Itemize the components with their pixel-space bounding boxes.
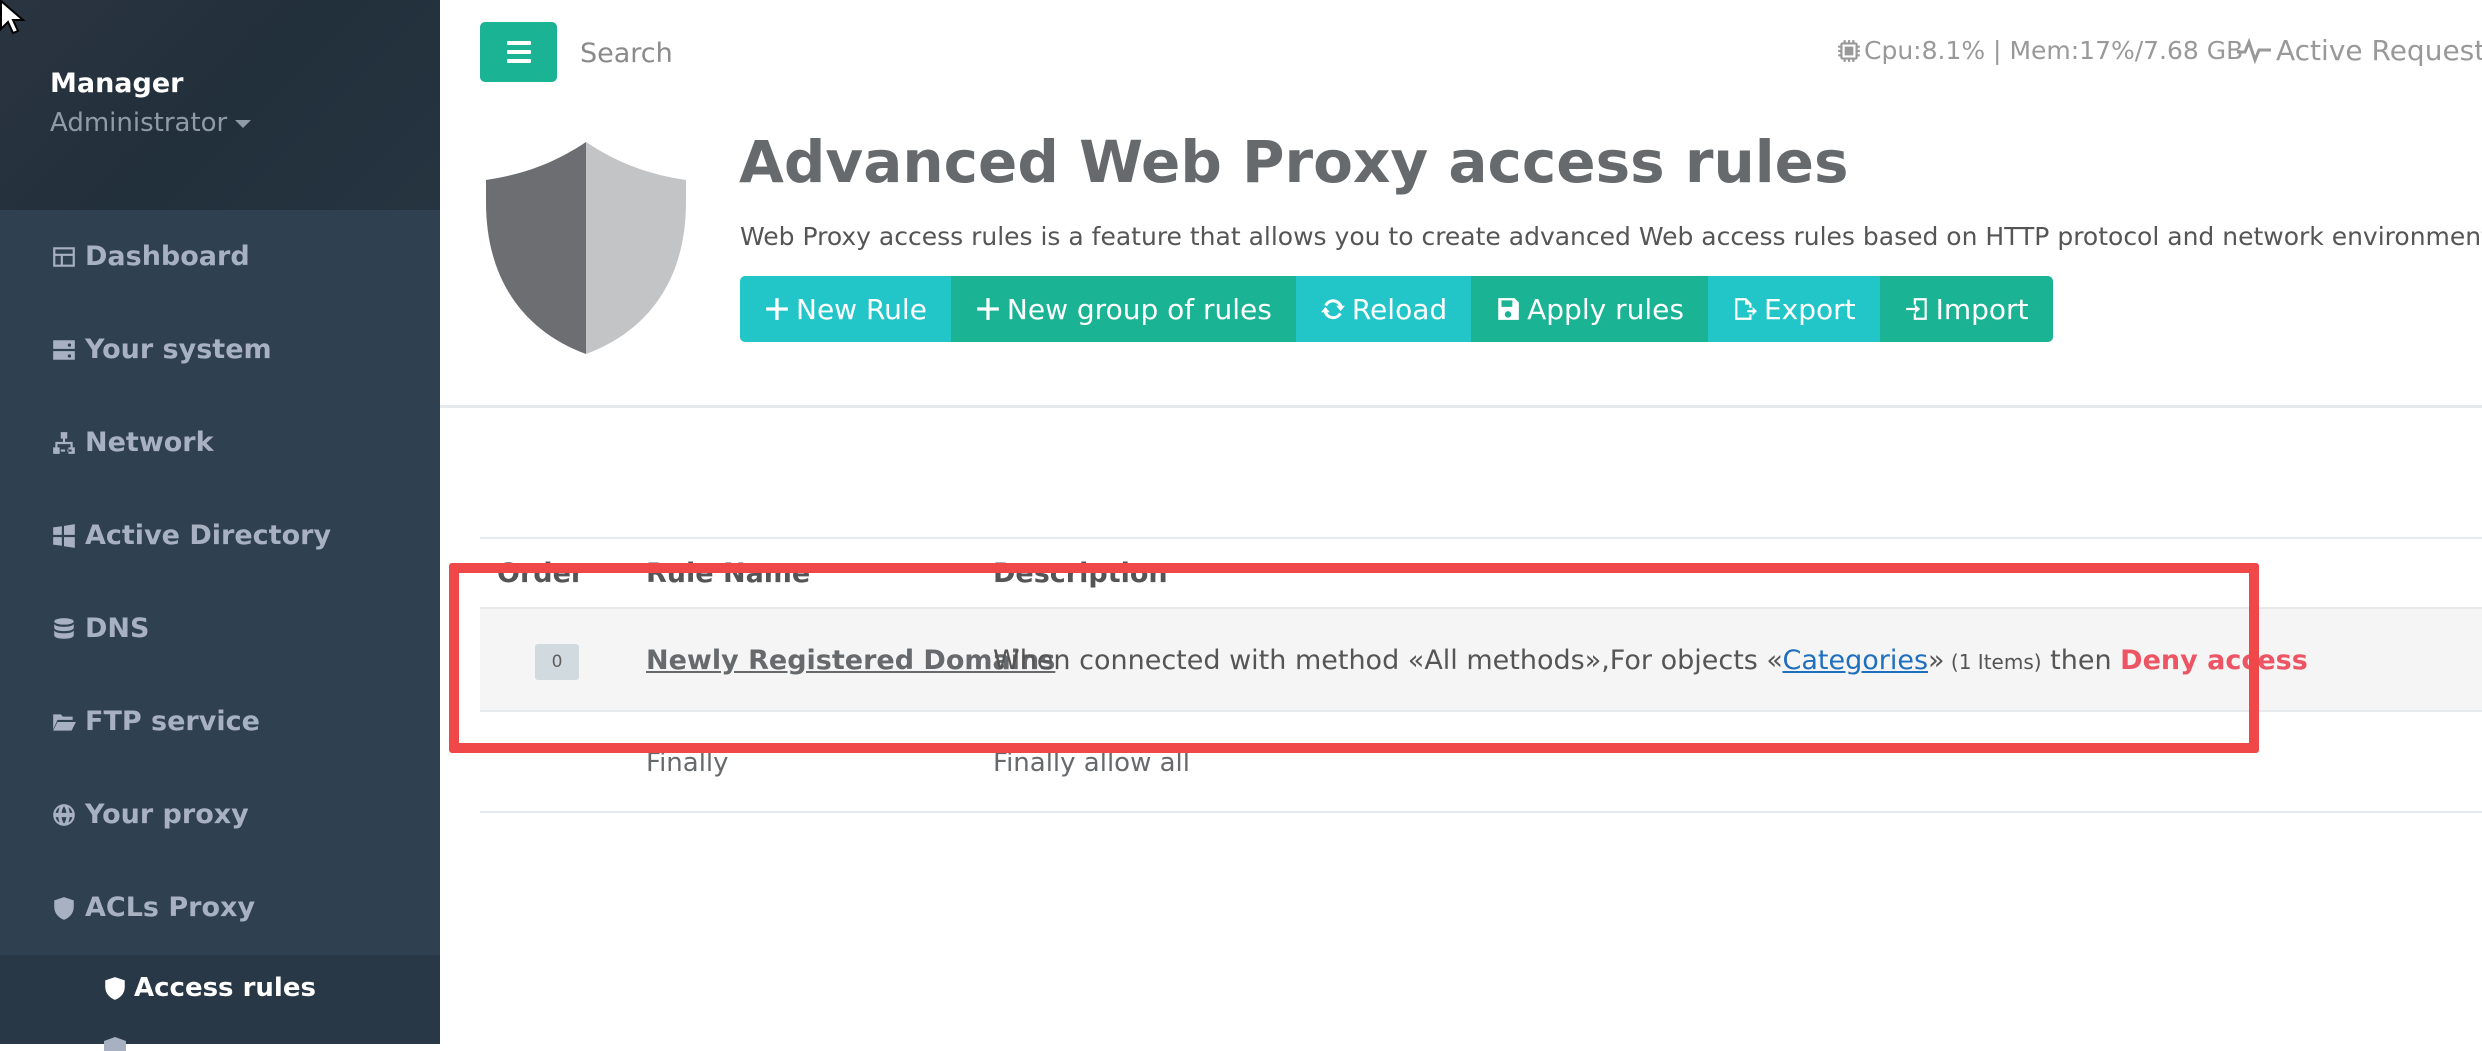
sidebar-item-label: Network: [85, 427, 214, 458]
sidebar-subitem-access-rules[interactable]: Access rules: [102, 973, 316, 1003]
import-icon: [1905, 298, 1927, 320]
heartbeat-icon: [2237, 37, 2271, 64]
windows-icon: [49, 521, 79, 551]
network-icon: [49, 428, 79, 458]
stats-separator: |: [1985, 36, 2010, 65]
sidebar-item-label: Your proxy: [85, 799, 249, 830]
final-rule-description: Finally allow all: [993, 748, 1190, 778]
shield-icon: [105, 977, 125, 1000]
button-label: Export: [1763, 292, 1856, 326]
sidebar-item-ftp-service[interactable]: FTP service: [0, 675, 440, 768]
server-icon: [49, 335, 79, 365]
sidebar-subitem-label: Access rules: [134, 973, 316, 1003]
caret-down-icon: [235, 119, 252, 128]
shield-icon: [104, 1037, 126, 1051]
save-icon: [1498, 298, 1519, 320]
sidebar-item-label: Active Directory: [85, 520, 332, 551]
shield-icon: [49, 893, 79, 923]
page-description: Web Proxy access rules is a feature that…: [740, 222, 2482, 251]
button-label: New group of rules: [1006, 292, 1272, 326]
folder-open-icon: [49, 707, 79, 737]
sidebar-item-label: Dashboard: [85, 241, 250, 272]
toggle-menu-button[interactable]: [480, 22, 557, 82]
export-icon: [1735, 298, 1757, 320]
column-header-rule-name[interactable]: Rule Name: [646, 558, 810, 589]
system-stats: Cpu:8.1% | Mem:17%/7.68 GB: [1836, 36, 2243, 65]
sidebar-item-dns[interactable]: DNS: [0, 582, 440, 675]
deny-access-label: Deny access: [2120, 645, 2308, 676]
items-count: (1 Items): [1944, 650, 2042, 674]
user-role-dropdown[interactable]: Administrator: [50, 108, 252, 138]
button-label: Apply rules: [1527, 292, 1684, 326]
table-top-border: [480, 537, 2482, 539]
search-input[interactable]: [580, 30, 880, 76]
sidebar-item-label: Your system: [85, 334, 272, 365]
import-button[interactable]: Import: [1879, 276, 2053, 342]
sidebar-item-label: ACLs Proxy: [85, 892, 256, 923]
plus-icon: [977, 298, 999, 320]
sidebar-item-network[interactable]: Network: [0, 396, 440, 489]
toolbar: New Rule New group of rules Reload Apply…: [740, 276, 2053, 342]
sidebar: Manager Administrator Dashboard Your sys…: [0, 0, 440, 1051]
sidebar-item-label: DNS: [85, 613, 150, 644]
column-header-order[interactable]: Order: [497, 558, 584, 589]
sidebar-item-your-proxy[interactable]: Your proxy: [0, 768, 440, 861]
database-icon: [49, 614, 79, 644]
row-border: [480, 811, 2482, 813]
active-requests-label: Active Requests: [2276, 34, 2482, 67]
button-label: New Rule: [796, 292, 927, 326]
button-label: Reload: [1351, 292, 1448, 326]
button-label: Import: [1935, 292, 2029, 326]
page-title: Advanced Web Proxy access rules: [739, 128, 1849, 196]
dashboard-icon: [49, 242, 79, 272]
column-header-description[interactable]: Description: [993, 558, 1168, 589]
apply-rules-button[interactable]: Apply rules: [1471, 276, 1708, 342]
cpu-usage: Cpu:8.1%: [1864, 36, 1986, 65]
user-name: Manager: [50, 68, 184, 99]
rule-description: When connected with method «All methods»…: [993, 645, 2308, 676]
final-rule-name: Finally: [646, 748, 729, 778]
refresh-icon: [1320, 299, 1345, 320]
new-rule-button[interactable]: New Rule: [740, 276, 951, 342]
sidebar-item-label: FTP service: [85, 706, 260, 737]
description-text: »: [1928, 645, 1945, 676]
order-badge: 0: [535, 644, 579, 680]
active-requests-link[interactable]: Active Requests: [2236, 34, 2482, 67]
plus-icon: [766, 298, 788, 320]
memory-usage: Mem:17%/7.68 GB: [2009, 36, 2244, 65]
header-divider: [440, 405, 2482, 408]
categories-link[interactable]: Categories: [1782, 645, 1928, 676]
profile-block: Manager Administrator: [0, 0, 440, 210]
globe-icon: [49, 800, 79, 830]
reload-button[interactable]: Reload: [1295, 276, 1472, 342]
row-border: [480, 710, 2482, 712]
new-group-of-rules-button[interactable]: New group of rules: [950, 276, 1296, 342]
export-button[interactable]: Export: [1707, 276, 1880, 342]
hamburger-icon: [506, 41, 531, 63]
sidebar-item-active-directory[interactable]: Active Directory: [0, 489, 440, 582]
cpu-icon: [1838, 39, 1860, 62]
shield-icon: [486, 142, 686, 354]
sidebar-item-your-system[interactable]: Your system: [0, 303, 440, 396]
description-text: When connected with method «All methods»…: [993, 645, 1783, 676]
description-text: then: [2041, 645, 2121, 676]
user-role: Administrator: [50, 108, 228, 138]
sidebar-submenu: Access rules: [0, 955, 440, 1051]
mouse-cursor-icon: [0, 0, 26, 35]
sidebar-item-dashboard[interactable]: Dashboard: [0, 210, 440, 303]
sidebar-item-acls-proxy[interactable]: ACLs Proxy: [0, 861, 440, 954]
